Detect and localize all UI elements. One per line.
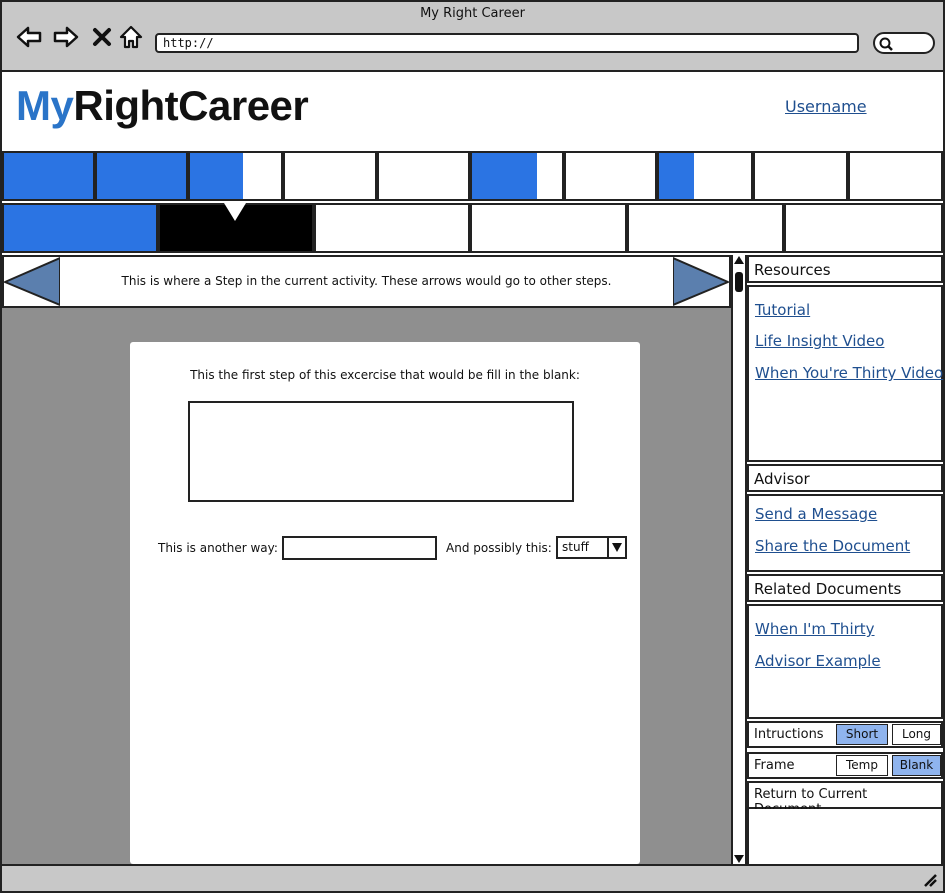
- next-step-arrow-icon[interactable]: [673, 257, 729, 306]
- step-tab[interactable]: [784, 203, 943, 253]
- activity-tab[interactable]: [470, 151, 564, 201]
- activity-tab[interactable]: [2, 151, 95, 201]
- fill-in-blank-textarea[interactable]: [188, 401, 574, 502]
- resources-panel: Tutorial Life Insight Video When You're …: [747, 285, 943, 462]
- tab-progress-fill: [472, 153, 537, 199]
- status-bar: [2, 864, 943, 891]
- send-message-link[interactable]: Send a Message: [755, 505, 877, 523]
- instructions-short-button[interactable]: Short: [836, 724, 888, 745]
- advisor-panel: Send a Message Share the Document: [747, 494, 943, 572]
- another-way-input[interactable]: [282, 536, 437, 560]
- chevron-down-icon[interactable]: [607, 538, 625, 557]
- instructions-long-button[interactable]: Long: [892, 724, 941, 745]
- scroll-up-icon[interactable]: [734, 256, 744, 264]
- activity-tab[interactable]: [377, 151, 470, 201]
- related-documents-heading: Related Documents: [747, 574, 943, 602]
- frame-toggle-row: Frame Temp Blank: [747, 752, 943, 779]
- instructions-toggle-row: Intructions Short Long: [747, 721, 943, 748]
- frame-blank-button[interactable]: Blank: [892, 755, 941, 776]
- resource-link-tutorial[interactable]: Tutorial: [755, 301, 810, 319]
- tab-progress-fill: [190, 153, 243, 199]
- activity-tab[interactable]: [283, 151, 377, 201]
- activity-tab[interactable]: [188, 151, 283, 201]
- scroll-down-icon[interactable]: [734, 855, 744, 863]
- exercise-card: This the first step of this excercise th…: [130, 342, 640, 864]
- step-tab[interactable]: [2, 203, 158, 253]
- related-documents-panel: When I'm Thirty Advisor Example: [747, 604, 943, 719]
- activity-tab[interactable]: [95, 151, 188, 201]
- tab-progress-fill: [4, 205, 156, 251]
- return-to-current-document-button[interactable]: Return to Current Document: [747, 781, 943, 817]
- activity-tab[interactable]: [753, 151, 848, 201]
- tab-progress-fill: [4, 153, 93, 199]
- resource-link-life-insight-video[interactable]: Life Insight Video: [755, 332, 884, 350]
- step-navigation-bar: This is where a Step in the current acti…: [2, 255, 731, 308]
- sidebar-empty-space: [747, 809, 943, 864]
- dropdown-value: stuff: [562, 540, 589, 554]
- search-icon: [879, 37, 893, 51]
- username-link[interactable]: Username: [785, 97, 867, 116]
- advisor-heading: Advisor: [747, 464, 943, 492]
- step-tab[interactable]: [158, 203, 314, 253]
- resource-link-thirty-video[interactable]: When You're Thirty Video: [755, 364, 943, 382]
- step-tab[interactable]: [627, 203, 784, 253]
- back-icon[interactable]: [16, 24, 42, 50]
- stop-icon[interactable]: [89, 24, 115, 50]
- activity-tab[interactable]: [564, 151, 657, 201]
- tab-progress-fill: [659, 153, 694, 199]
- current-step-pointer-icon: [224, 203, 246, 221]
- frame-temp-button[interactable]: Temp: [836, 755, 888, 776]
- window-title: My Right Career: [420, 6, 525, 21]
- tab-progress-fill: [97, 153, 186, 199]
- share-document-link[interactable]: Share the Document: [755, 537, 910, 555]
- previous-step-arrow-icon[interactable]: [4, 257, 60, 306]
- browser-toolbar: My Right Career http://: [2, 2, 943, 72]
- exercise-prompt: This the first step of this excercise th…: [190, 368, 580, 382]
- content-scrollbar[interactable]: [731, 255, 747, 864]
- step-tab[interactable]: [314, 203, 470, 253]
- site-logo[interactable]: MyRightCareer: [16, 82, 309, 130]
- step-tab[interactable]: [470, 203, 627, 253]
- possibly-label: And possibly this:: [446, 541, 552, 555]
- another-way-label: This is another way:: [158, 541, 278, 555]
- activity-tab[interactable]: [657, 151, 753, 201]
- browser-search-input[interactable]: [873, 32, 935, 54]
- scrollbar-thumb[interactable]: [735, 272, 743, 292]
- activity-tab[interactable]: [848, 151, 943, 201]
- instructions-label: Intructions: [754, 727, 824, 742]
- url-input[interactable]: http://: [155, 33, 859, 53]
- resize-grip-icon[interactable]: [921, 871, 937, 887]
- related-doc-link-advisor-example[interactable]: Advisor Example: [755, 652, 881, 670]
- forward-icon[interactable]: [53, 24, 79, 50]
- step-description: This is where a Step in the current acti…: [121, 274, 612, 288]
- home-icon[interactable]: [118, 24, 144, 50]
- related-doc-link-thirty[interactable]: When I'm Thirty: [755, 620, 875, 638]
- resources-heading: Resources: [747, 255, 943, 283]
- frame-label: Frame: [754, 758, 795, 773]
- stuff-dropdown[interactable]: stuff: [556, 536, 627, 559]
